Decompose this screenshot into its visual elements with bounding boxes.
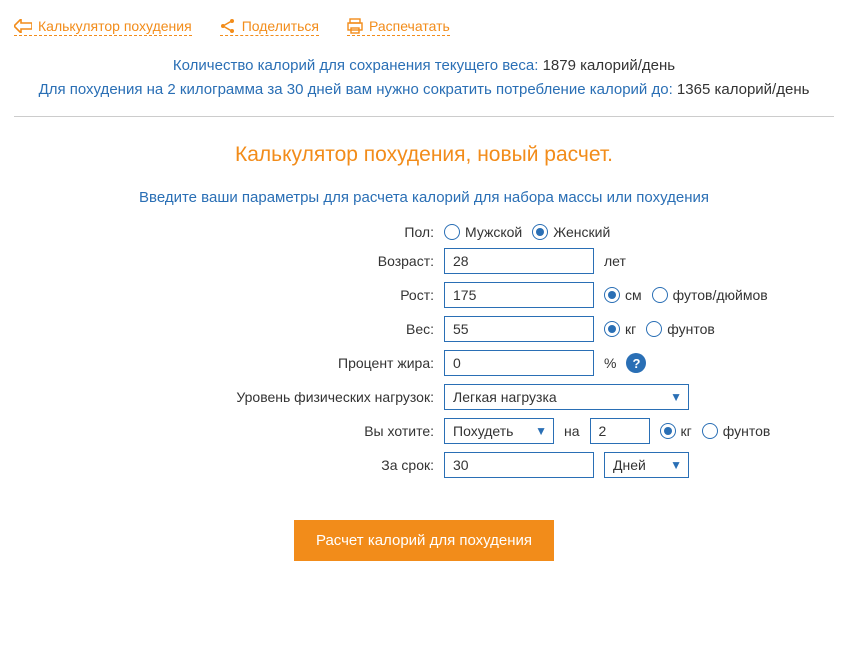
- height-unit-ft-radio[interactable]: футов/дюймов: [652, 287, 768, 303]
- chevron-down-icon: ▼: [670, 458, 682, 472]
- calc-title: Калькулятор похудения, новый расчет.: [14, 143, 834, 167]
- height-unit-ft-label: футов/дюймов: [673, 287, 768, 303]
- back-link[interactable]: Калькулятор похудения: [14, 18, 192, 36]
- radio-icon: [604, 287, 620, 303]
- goal-label: Вы хотите:: [14, 423, 434, 439]
- goal-amount-input[interactable]: [590, 418, 650, 444]
- gender-label: Пол:: [14, 224, 434, 240]
- term-unit-select[interactable]: Дней ▼: [604, 452, 689, 478]
- radio-icon: [532, 224, 548, 240]
- weight-input[interactable]: [444, 316, 594, 342]
- age-unit: лет: [604, 253, 626, 269]
- weight-unit-kg-radio[interactable]: кг: [604, 321, 636, 337]
- fat-unit: %: [604, 355, 616, 371]
- chevron-down-icon: ▼: [670, 390, 682, 404]
- radio-icon: [646, 321, 662, 337]
- radio-icon: [660, 423, 676, 439]
- height-unit-cm-radio[interactable]: см: [604, 287, 642, 303]
- chevron-down-icon: ▼: [535, 424, 547, 438]
- goal-select-value: Похудеть: [453, 423, 513, 439]
- maintain-label: Количество калорий для сохранения текуще…: [173, 57, 538, 74]
- weight-unit-kg-label: кг: [625, 321, 636, 337]
- goal-unit-kg-label: кг: [681, 423, 692, 439]
- maintain-value: 1879 калорий/день: [543, 57, 676, 74]
- term-label: За срок:: [14, 457, 434, 473]
- radio-icon: [604, 321, 620, 337]
- gender-female-radio[interactable]: Женский: [532, 224, 610, 240]
- calculate-button[interactable]: Расчет калорий для похудения: [294, 520, 554, 561]
- radio-icon: [652, 287, 668, 303]
- weight-unit-lb-label: фунтов: [667, 321, 715, 337]
- activity-select-value: Легкая нагрузка: [453, 389, 557, 405]
- term-unit-value: Дней: [613, 457, 646, 473]
- weight-label: Вес:: [14, 321, 434, 337]
- age-label: Возраст:: [14, 253, 434, 269]
- goal-select[interactable]: Похудеть ▼: [444, 418, 554, 444]
- print-icon: [347, 18, 363, 34]
- divider: [14, 116, 834, 117]
- print-link-label: Распечатать: [369, 18, 450, 34]
- activity-label: Уровень физических нагрузок:: [14, 389, 434, 405]
- results-summary: Количество калорий для сохранения текуще…: [14, 54, 834, 102]
- print-link[interactable]: Распечатать: [347, 18, 450, 36]
- radio-icon: [702, 423, 718, 439]
- radio-icon: [444, 224, 460, 240]
- reduce-value: 1365 калорий/день: [677, 81, 810, 98]
- help-icon[interactable]: ?: [626, 353, 646, 373]
- goal-unit-kg-radio[interactable]: кг: [660, 423, 692, 439]
- gender-female-label: Женский: [553, 224, 610, 240]
- height-input[interactable]: [444, 282, 594, 308]
- back-link-label: Калькулятор похудения: [38, 18, 192, 34]
- goal-by-label: на: [564, 423, 580, 439]
- gender-male-label: Мужской: [465, 224, 522, 240]
- height-label: Рост:: [14, 287, 434, 303]
- goal-unit-lb-label: фунтов: [723, 423, 771, 439]
- gender-male-radio[interactable]: Мужской: [444, 224, 522, 240]
- fat-input[interactable]: [444, 350, 594, 376]
- instruction-text: Введите ваши параметры для расчета калор…: [14, 189, 834, 206]
- activity-select[interactable]: Легкая нагрузка ▼: [444, 384, 689, 410]
- share-link-label: Поделиться: [242, 18, 319, 34]
- reduce-label: Для похудения на 2 килограмма за 30 дней…: [39, 81, 673, 98]
- share-link[interactable]: Поделиться: [220, 18, 319, 36]
- share-icon: [220, 18, 236, 34]
- term-input[interactable]: [444, 452, 594, 478]
- height-unit-cm-label: см: [625, 287, 642, 303]
- weight-unit-lb-radio[interactable]: фунтов: [646, 321, 715, 337]
- goal-unit-lb-radio[interactable]: фунтов: [702, 423, 771, 439]
- arrow-left-icon: [14, 19, 32, 33]
- fat-label: Процент жира:: [14, 355, 434, 371]
- age-input[interactable]: [444, 248, 594, 274]
